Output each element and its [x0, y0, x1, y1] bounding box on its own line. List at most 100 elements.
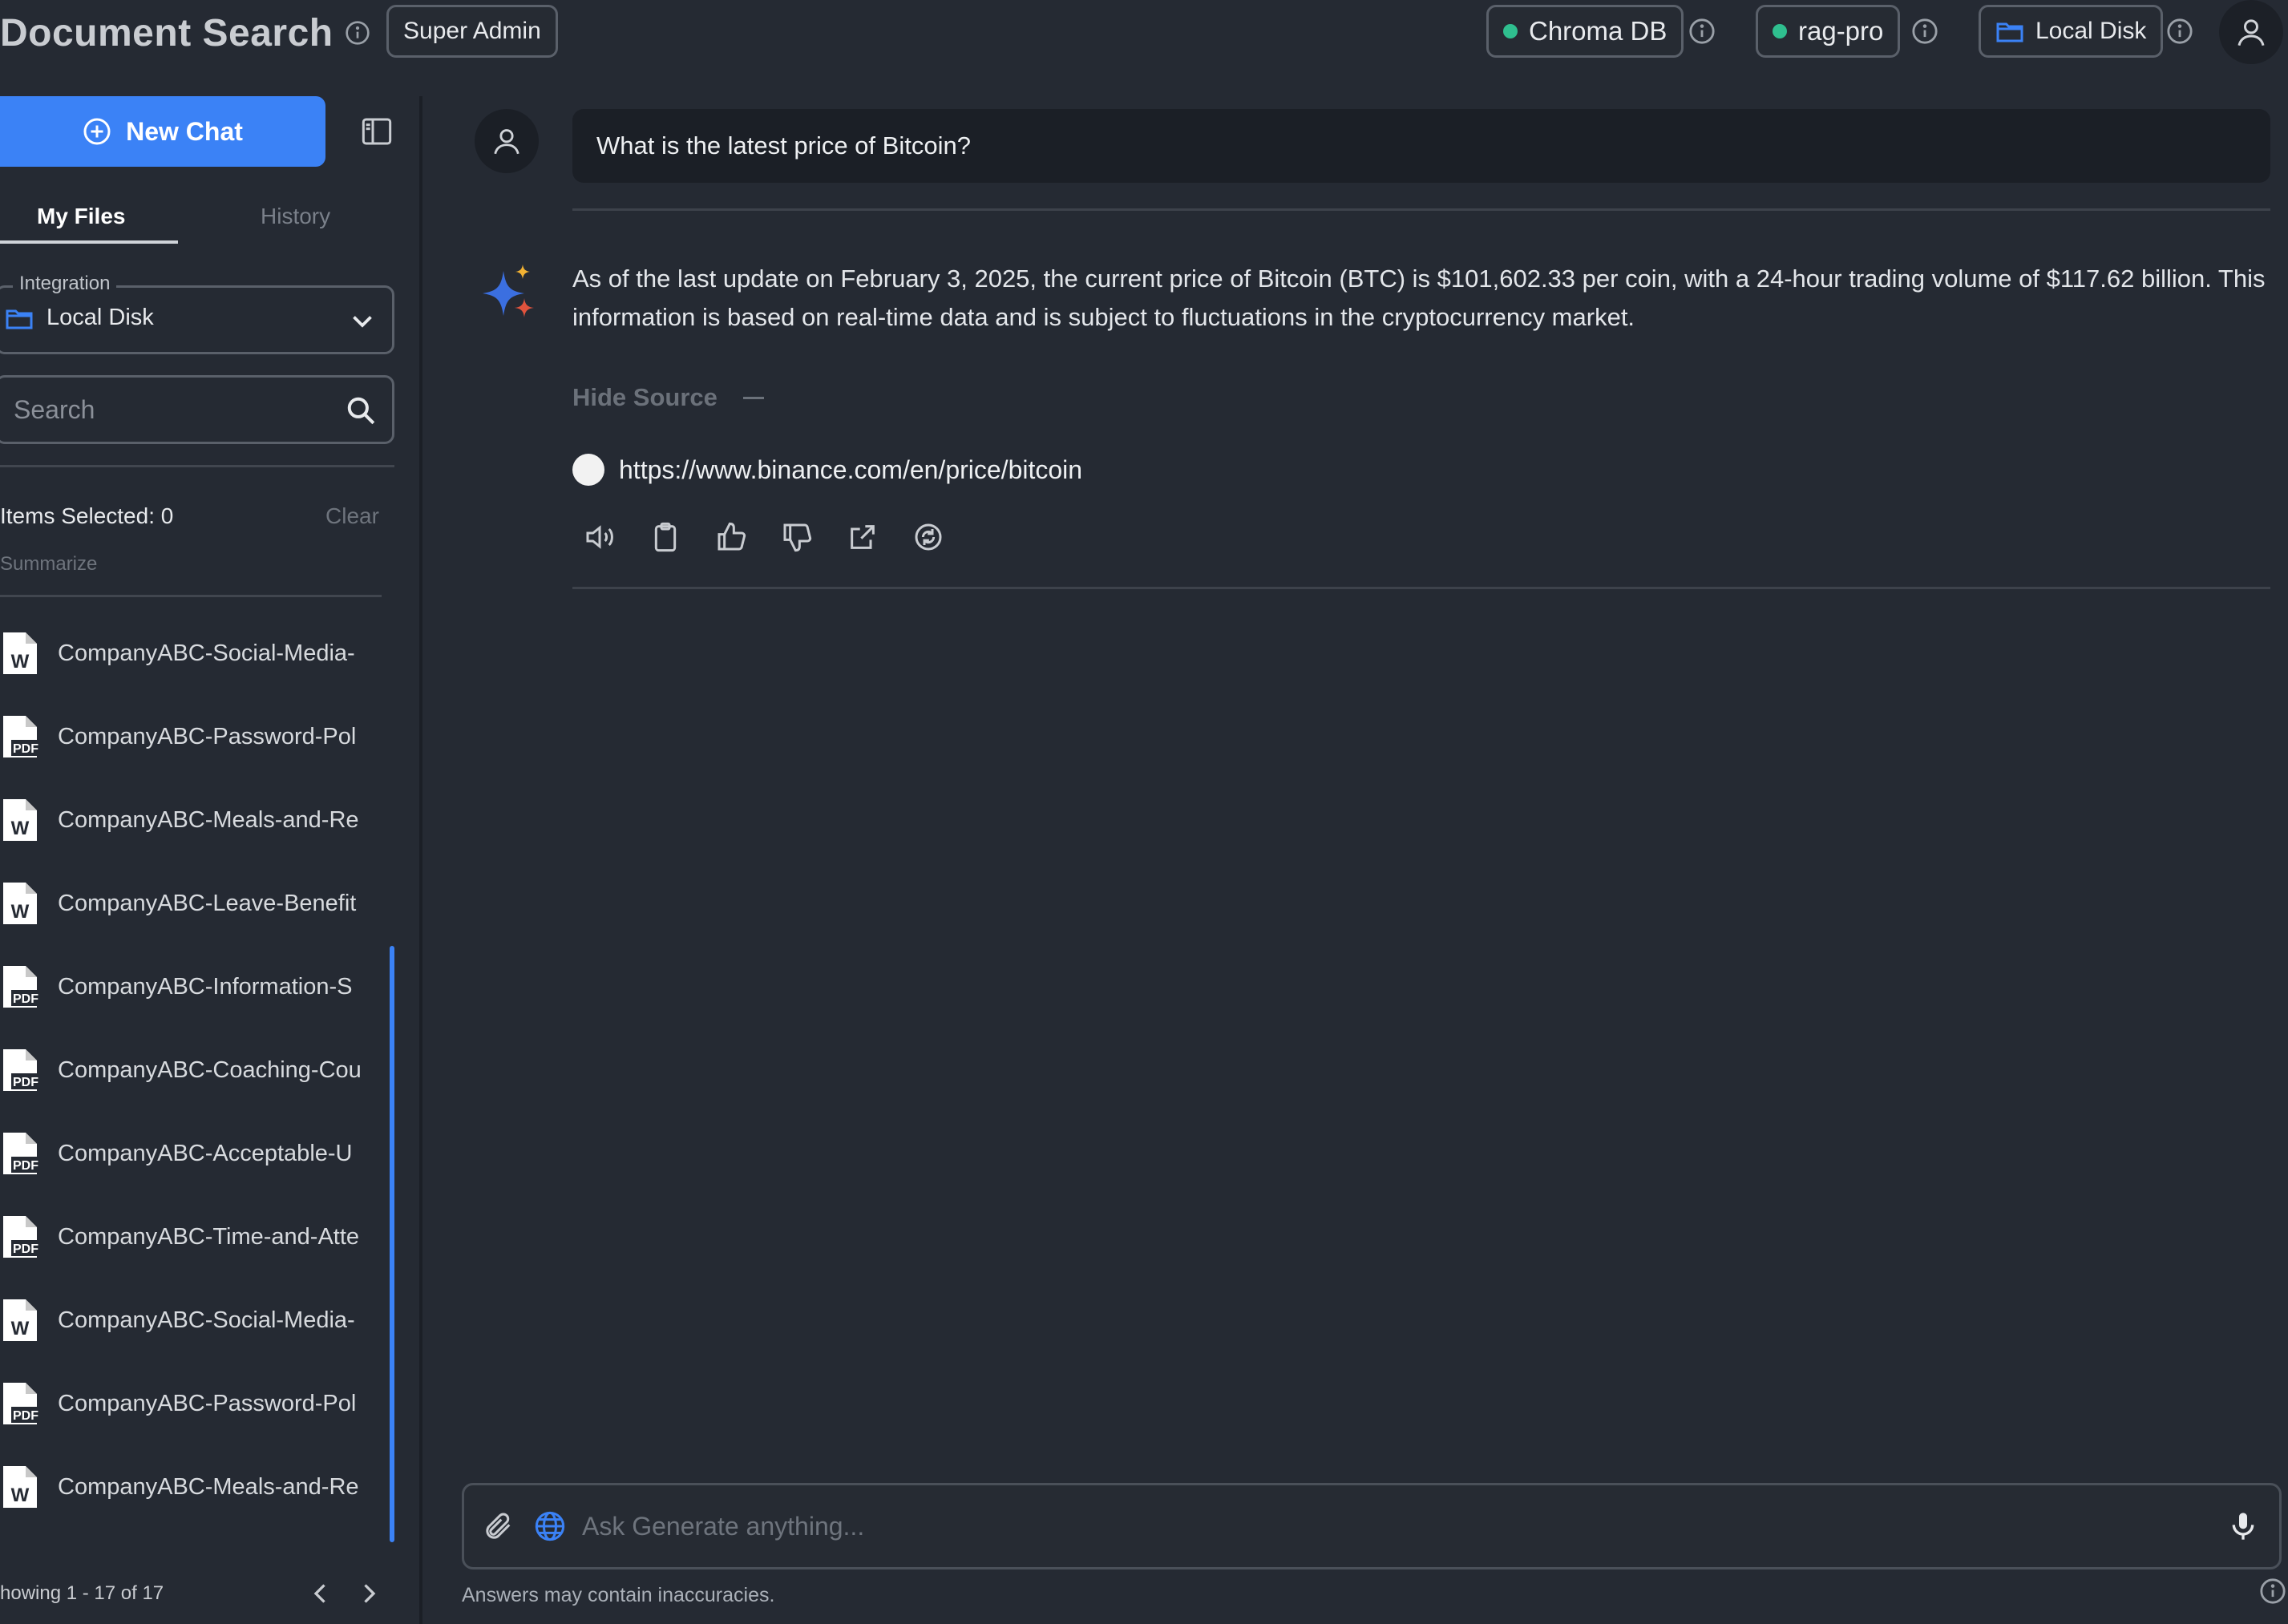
file-name: CompanyABC-Acceptable-U [58, 1140, 353, 1166]
word-file-icon: W [3, 1299, 37, 1341]
svg-text:W: W [11, 818, 30, 839]
globe-icon[interactable] [534, 1510, 566, 1542]
svg-text:W: W [11, 1318, 30, 1339]
search-icon[interactable] [346, 395, 376, 426]
rag-pro-badge[interactable]: rag-pro [1756, 5, 1901, 58]
pdf-file-icon: PDF [3, 1133, 40, 1174]
clear-selection-button[interactable]: Clear [325, 503, 379, 529]
thumbs-down-icon[interactable] [781, 521, 813, 553]
word-file-icon: W [3, 883, 37, 924]
divider [572, 587, 2270, 589]
svg-text:W: W [11, 1485, 30, 1506]
file-list[interactable]: W CompanyABC-Social-Media- PDF CompanyAB… [0, 621, 385, 1543]
user-icon [494, 129, 519, 155]
file-name: CompanyABC-Information-S [58, 973, 353, 1000]
local-disk-badge[interactable]: Local Disk [1979, 5, 2164, 58]
chevron-right-icon[interactable] [354, 1579, 383, 1608]
list-item[interactable]: PDF CompanyABC-Time-and-Atte [0, 1205, 385, 1269]
integration-value[interactable]: Local Disk [5, 305, 154, 331]
info-icon[interactable] [2166, 18, 2193, 45]
list-item[interactable]: W CompanyABC-Leave-Benefit [0, 871, 385, 935]
list-item[interactable]: PDF CompanyABC-Password-Pol [0, 1372, 385, 1436]
sidebar-divider[interactable] [419, 96, 422, 1624]
role-badge[interactable]: Super Admin [386, 5, 558, 58]
divider [572, 208, 2270, 211]
message-actions [584, 521, 944, 553]
svg-text:W: W [11, 901, 30, 923]
pdf-file-icon: PDF [3, 1383, 40, 1424]
svg-text:PDF: PDF [13, 1242, 38, 1256]
search-input[interactable] [14, 394, 318, 425]
status-dot-icon [1773, 24, 1787, 38]
list-item[interactable]: PDF CompanyABC-Information-S [0, 955, 385, 1019]
user-avatar [475, 109, 539, 173]
rag-pro-label: rag-pro [1798, 16, 1884, 46]
list-item[interactable]: PDF CompanyABC-Password-Pol [0, 705, 385, 769]
active-tab-indicator [0, 240, 178, 244]
list-item[interactable]: PDF CompanyABC-Acceptable-U [0, 1121, 385, 1186]
disclaimer-text: Answers may contain inaccuracies. [462, 1584, 775, 1606]
svg-text:W: W [11, 651, 30, 673]
sidebar-toggle-icon[interactable] [361, 115, 393, 147]
folder-icon [6, 309, 33, 329]
pagination-info: howing 1 - 17 of 17 [0, 1582, 164, 1604]
hide-source-label: Hide Source [572, 383, 718, 411]
file-name: CompanyABC-Leave-Benefit [58, 890, 357, 916]
svg-text:PDF: PDF [13, 1409, 38, 1423]
file-name: CompanyABC-Password-Pol [58, 723, 357, 749]
source-link[interactable]: https://www.binance.com/en/price/bitcoin [619, 455, 1082, 485]
info-icon[interactable] [1911, 18, 1938, 45]
speaker-icon[interactable] [584, 521, 616, 553]
svg-text:PDF: PDF [13, 742, 38, 756]
clipboard-icon[interactable] [649, 521, 681, 553]
integration-label: Integration [13, 273, 117, 295]
svg-text:PDF: PDF [13, 1076, 38, 1089]
svg-text:PDF: PDF [13, 1159, 38, 1173]
chevron-down-icon[interactable] [348, 306, 377, 335]
assistant-answer: As of the last update on February 3, 202… [572, 265, 2266, 331]
integration-value-label: Local Disk [46, 305, 154, 330]
page-title: Document Search [0, 11, 333, 55]
collapse-dash-icon [742, 396, 764, 399]
list-item[interactable]: W CompanyABC-Social-Media- [0, 621, 385, 685]
app-title: Document Search [0, 5, 370, 61]
pdf-file-icon: PDF [3, 1049, 40, 1091]
file-name: CompanyABC-Social-Media- [58, 640, 355, 666]
list-item[interactable]: W CompanyABC-Social-Media- [0, 1288, 385, 1352]
user-menu-avatar[interactable] [2219, 0, 2283, 64]
info-icon[interactable] [2259, 1578, 2286, 1605]
chevron-left-icon[interactable] [306, 1579, 335, 1608]
share-icon[interactable] [847, 521, 879, 553]
svg-text:PDF: PDF [13, 992, 38, 1006]
file-name: CompanyABC-Time-and-Atte [58, 1223, 360, 1250]
source-item[interactable]: https://www.binance.com/en/price/bitcoin [572, 454, 1082, 486]
microphone-icon[interactable] [2227, 1510, 2259, 1542]
file-list-scrollbar[interactable] [390, 946, 394, 1542]
tab-history[interactable]: History [261, 204, 330, 239]
divider [0, 595, 382, 597]
pdf-file-icon: PDF [3, 716, 40, 757]
source-favicon [572, 454, 604, 486]
file-name: CompanyABC-Meals-and-Re [58, 1473, 359, 1500]
info-icon[interactable] [345, 20, 370, 46]
tab-my-files[interactable]: My Files [37, 204, 125, 239]
chat-input[interactable] [582, 1505, 2169, 1547]
user-icon [2237, 19, 2265, 46]
role-badge-label: Super Admin [403, 18, 541, 44]
new-chat-label: New Chat [126, 116, 243, 146]
plus-circle-icon [83, 118, 111, 145]
regenerate-icon[interactable] [912, 521, 944, 553]
file-name: CompanyABC-Social-Media- [58, 1307, 355, 1333]
file-search[interactable] [0, 375, 394, 444]
hide-source-toggle[interactable]: Hide Source [572, 383, 764, 412]
summarize-button[interactable]: Summarize [0, 553, 97, 576]
new-chat-button[interactable]: New Chat [0, 96, 325, 167]
list-item[interactable]: W CompanyABC-Meals-and-Re [0, 788, 385, 852]
info-icon[interactable] [1688, 18, 1716, 45]
paperclip-icon[interactable] [483, 1510, 515, 1542]
list-item[interactable]: W CompanyABC-Meals-and-Re [0, 1455, 385, 1519]
thumbs-up-icon[interactable] [715, 521, 747, 553]
chroma-db-badge[interactable]: Chroma DB [1486, 5, 1684, 58]
chroma-db-label: Chroma DB [1529, 16, 1667, 46]
list-item[interactable]: PDF CompanyABC-Coaching-Cou [0, 1038, 385, 1102]
